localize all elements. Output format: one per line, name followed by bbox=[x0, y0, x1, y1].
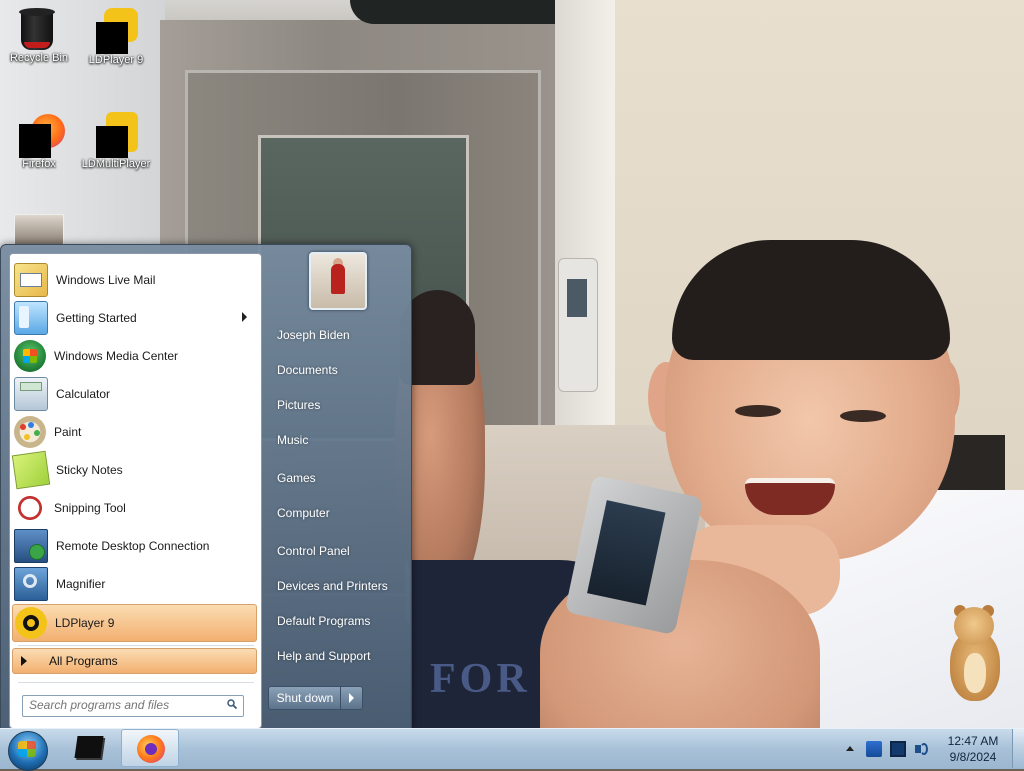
sticky-notes-icon bbox=[11, 450, 51, 490]
snipping-tool-icon bbox=[14, 492, 46, 524]
menu-item-label: Help and Support bbox=[277, 649, 371, 663]
menu-item-label: Games bbox=[277, 471, 316, 485]
system-clock[interactable]: 12:47 AM 9/8/2024 bbox=[937, 733, 1009, 765]
ldmultiplayer-icon bbox=[96, 112, 138, 158]
show-desktop-button[interactable] bbox=[1012, 729, 1024, 768]
menu-item-label: Documents bbox=[277, 363, 338, 377]
desktop-icon-label: LDPlayer 9 bbox=[88, 54, 144, 66]
menu-item-games[interactable]: Games bbox=[267, 464, 407, 492]
menu-item-devices-and-printers[interactable]: Devices and Printers bbox=[267, 572, 407, 600]
menu-item-label: Default Programs bbox=[277, 614, 371, 628]
program-label: Getting Started bbox=[56, 311, 137, 325]
program-label: Windows Media Center bbox=[54, 349, 179, 363]
ldplayer-icon bbox=[15, 607, 47, 639]
program-label: Paint bbox=[54, 425, 82, 439]
all-programs-button[interactable]: All Programs bbox=[12, 648, 257, 674]
program-magnifier[interactable]: Magnifier bbox=[12, 566, 257, 602]
program-windows-media-center[interactable]: Windows Media Center bbox=[12, 338, 257, 374]
magnifier-icon bbox=[14, 567, 48, 601]
program-label: Windows Live Mail bbox=[56, 273, 156, 287]
menu-divider bbox=[18, 682, 254, 683]
menu-item-computer[interactable]: Computer bbox=[267, 499, 407, 527]
desktop-icon-firefox[interactable]: Firefox bbox=[1, 112, 77, 170]
windows-live-mail-icon bbox=[14, 263, 48, 297]
taskbar-firefox-button[interactable] bbox=[121, 729, 179, 767]
program-paint[interactable]: Paint bbox=[12, 414, 257, 450]
program-label: Remote Desktop Connection bbox=[56, 539, 210, 553]
desktop-icon-ldplayer[interactable]: LDPlayer 9 bbox=[78, 8, 154, 66]
search-icon[interactable] bbox=[227, 699, 237, 709]
arrow-right-icon bbox=[21, 656, 27, 666]
shutdown-button[interactable]: Shut down bbox=[268, 686, 342, 710]
desktop-icon-label: Firefox bbox=[22, 158, 56, 170]
program-remote-desktop-connection[interactable]: Remote Desktop Connection bbox=[12, 528, 257, 564]
desktop-icon-recycle-bin[interactable]: Recycle Bin bbox=[1, 6, 77, 64]
menu-item-music[interactable]: Music bbox=[267, 426, 407, 454]
start-menu: Windows Live Mail Getting Started Window… bbox=[0, 244, 412, 730]
recycle-bin-icon bbox=[19, 6, 59, 50]
program-snipping-tool[interactable]: Snipping Tool bbox=[12, 490, 257, 526]
menu-item-user[interactable]: Joseph Biden bbox=[267, 321, 407, 349]
menu-item-pictures[interactable]: Pictures bbox=[267, 391, 407, 419]
menu-item-label: Pictures bbox=[277, 398, 321, 412]
desktop-icon-photo[interactable] bbox=[14, 214, 64, 246]
windows-logo-icon bbox=[18, 741, 36, 757]
program-calculator[interactable]: Calculator bbox=[12, 376, 257, 412]
taskbar-ldplayer-button[interactable] bbox=[60, 729, 118, 767]
wallpaper-shirt-text: FOR bbox=[430, 656, 531, 702]
desktop-icon-ldmultiplayer[interactable]: LDMultiPlayer bbox=[78, 112, 154, 170]
program-label: Calculator bbox=[56, 387, 111, 401]
menu-item-documents[interactable]: Documents bbox=[267, 356, 407, 384]
menu-item-label: Music bbox=[277, 433, 309, 447]
paint-icon bbox=[14, 416, 46, 448]
program-windows-live-mail[interactable]: Windows Live Mail bbox=[12, 262, 257, 298]
user-account-picture[interactable] bbox=[309, 252, 367, 310]
show-hidden-icons-chevron-icon[interactable] bbox=[846, 746, 854, 751]
menu-item-label: Joseph Biden bbox=[277, 328, 350, 342]
menu-item-label: Devices and Printers bbox=[277, 579, 388, 593]
desktop-icon-label: LDMultiPlayer bbox=[81, 158, 151, 170]
remote-desktop-icon bbox=[14, 529, 48, 563]
menu-item-help-and-support[interactable]: Help and Support bbox=[267, 642, 407, 670]
desktop-icon-label: Recycle Bin bbox=[9, 52, 69, 64]
clock-time: 12:47 AM bbox=[947, 734, 999, 748]
submenu-arrow-icon[interactable] bbox=[242, 312, 247, 322]
firefox-taskbar-icon bbox=[137, 735, 165, 763]
menu-divider bbox=[18, 645, 254, 646]
firefox-icon bbox=[19, 112, 65, 158]
shutdown-options-button[interactable] bbox=[340, 686, 363, 710]
program-sticky-notes[interactable]: Sticky Notes bbox=[11, 450, 257, 490]
program-label: LDPlayer 9 bbox=[55, 616, 115, 630]
calculator-icon bbox=[14, 377, 48, 411]
search-box[interactable] bbox=[22, 695, 244, 717]
action-center-icon[interactable] bbox=[866, 741, 882, 757]
program-getting-started[interactable]: Getting Started bbox=[12, 300, 257, 336]
hamster-gadget-icon[interactable] bbox=[944, 605, 1006, 705]
program-label: Sticky Notes bbox=[56, 463, 123, 477]
program-ldplayer[interactable]: LDPlayer 9 bbox=[12, 604, 257, 642]
windows-media-center-icon bbox=[14, 340, 46, 372]
menu-item-default-programs[interactable]: Default Programs bbox=[267, 607, 407, 635]
start-button[interactable] bbox=[6, 729, 48, 771]
program-label: Snipping Tool bbox=[54, 501, 126, 515]
program-label: Magnifier bbox=[56, 577, 106, 591]
ldplayer-taskbar-icon bbox=[74, 736, 104, 758]
menu-item-label: Control Panel bbox=[277, 544, 350, 558]
network-icon[interactable] bbox=[890, 741, 906, 757]
search-input[interactable] bbox=[23, 696, 219, 714]
menu-item-control-panel[interactable]: Control Panel bbox=[267, 537, 407, 565]
clock-date: 9/8/2024 bbox=[949, 750, 997, 764]
menu-item-label: Computer bbox=[277, 506, 330, 520]
start-menu-programs-pane: Windows Live Mail Getting Started Window… bbox=[9, 253, 262, 729]
shutdown-label: Shut down bbox=[276, 691, 334, 705]
volume-icon[interactable] bbox=[914, 741, 930, 757]
getting-started-icon bbox=[14, 301, 48, 335]
ldplayer-icon bbox=[96, 8, 138, 54]
all-programs-label: All Programs bbox=[49, 654, 118, 668]
